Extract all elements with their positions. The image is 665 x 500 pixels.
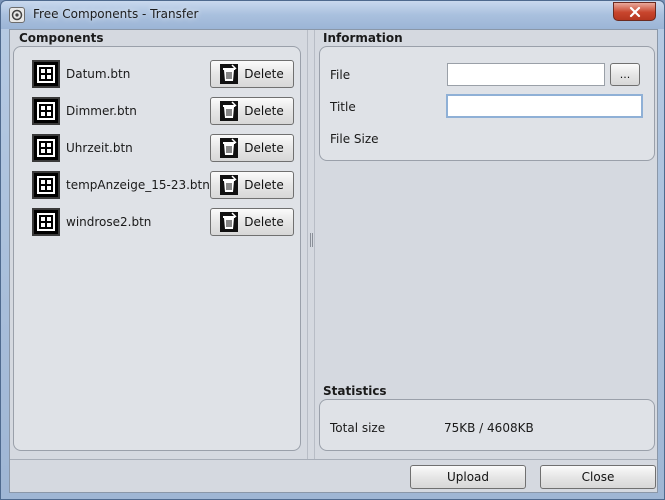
- dialog-button-bar: Upload Close: [10, 459, 657, 492]
- delete-button[interactable]: Delete: [210, 60, 294, 88]
- upload-button[interactable]: Upload: [410, 465, 526, 489]
- component-row[interactable]: Uhrzeit.btn Delete: [32, 134, 297, 162]
- delete-button[interactable]: Delete: [210, 134, 294, 162]
- delete-label: Delete: [244, 178, 284, 192]
- component-row[interactable]: Dimmer.btn Delete: [32, 97, 297, 125]
- component-name: windrose2.btn: [66, 215, 152, 229]
- component-icon: [32, 134, 60, 162]
- title-bar[interactable]: Free Components - Transfer: [1, 1, 664, 29]
- delete-label: Delete: [244, 141, 284, 155]
- trash-icon: [220, 212, 239, 232]
- component-row[interactable]: windrose2.btn Delete: [32, 208, 297, 236]
- delete-button[interactable]: Delete: [210, 97, 294, 125]
- window-title: Free Components - Transfer: [33, 7, 199, 21]
- components-panel: Datum.btn Delete Dimmer.btn Delete Uhrzeit.b…: [13, 46, 301, 451]
- component-icon: [32, 171, 60, 199]
- component-icon: [32, 60, 60, 88]
- split-pane-divider[interactable]: [307, 30, 315, 459]
- app-icon[interactable]: [9, 7, 25, 23]
- information-heading: Information: [323, 31, 403, 45]
- component-row[interactable]: Datum.btn Delete: [32, 60, 297, 88]
- delete-label: Delete: [244, 104, 284, 118]
- component-icon: [32, 97, 60, 125]
- close-icon: [629, 6, 640, 17]
- trash-icon: [220, 101, 239, 121]
- file-label: File: [330, 68, 351, 82]
- splitter-grip-icon[interactable]: [310, 233, 313, 247]
- components-heading: Components: [19, 31, 104, 45]
- component-name: Datum.btn: [66, 67, 131, 81]
- close-button[interactable]: Close: [540, 465, 656, 489]
- trash-icon: [220, 175, 239, 195]
- trash-icon: [220, 64, 239, 84]
- statistics-heading: Statistics: [323, 384, 387, 398]
- total-size-value: 75KB / 4608KB: [444, 421, 534, 435]
- component-name: Uhrzeit.btn: [66, 141, 133, 155]
- file-field[interactable]: [447, 63, 605, 86]
- component-row[interactable]: tempAnzeige_15-23.btn Delete: [32, 171, 297, 199]
- dialog-content: Components Datum.btn Delete Dimmer.btn Dele…: [9, 29, 658, 493]
- title-label: Title: [330, 100, 356, 114]
- component-name: tempAnzeige_15-23.btn: [66, 178, 210, 192]
- delete-label: Delete: [244, 215, 284, 229]
- delete-label: Delete: [244, 67, 284, 81]
- information-panel: File ... Title File Size: [319, 46, 655, 161]
- trash-icon: [220, 138, 239, 158]
- total-size-label: Total size: [330, 421, 386, 435]
- file-size-label: File Size: [330, 132, 379, 146]
- title-field[interactable]: [446, 94, 643, 118]
- delete-button[interactable]: Delete: [210, 208, 294, 236]
- statistics-panel: Total size 75KB / 4608KB: [319, 399, 655, 451]
- app-window: Free Components - Transfer Components Da…: [0, 0, 665, 500]
- delete-button[interactable]: Delete: [210, 171, 294, 199]
- browse-file-button[interactable]: ...: [610, 63, 640, 86]
- component-name: Dimmer.btn: [66, 104, 137, 118]
- component-icon: [32, 208, 60, 236]
- window-close-button[interactable]: [613, 2, 656, 21]
